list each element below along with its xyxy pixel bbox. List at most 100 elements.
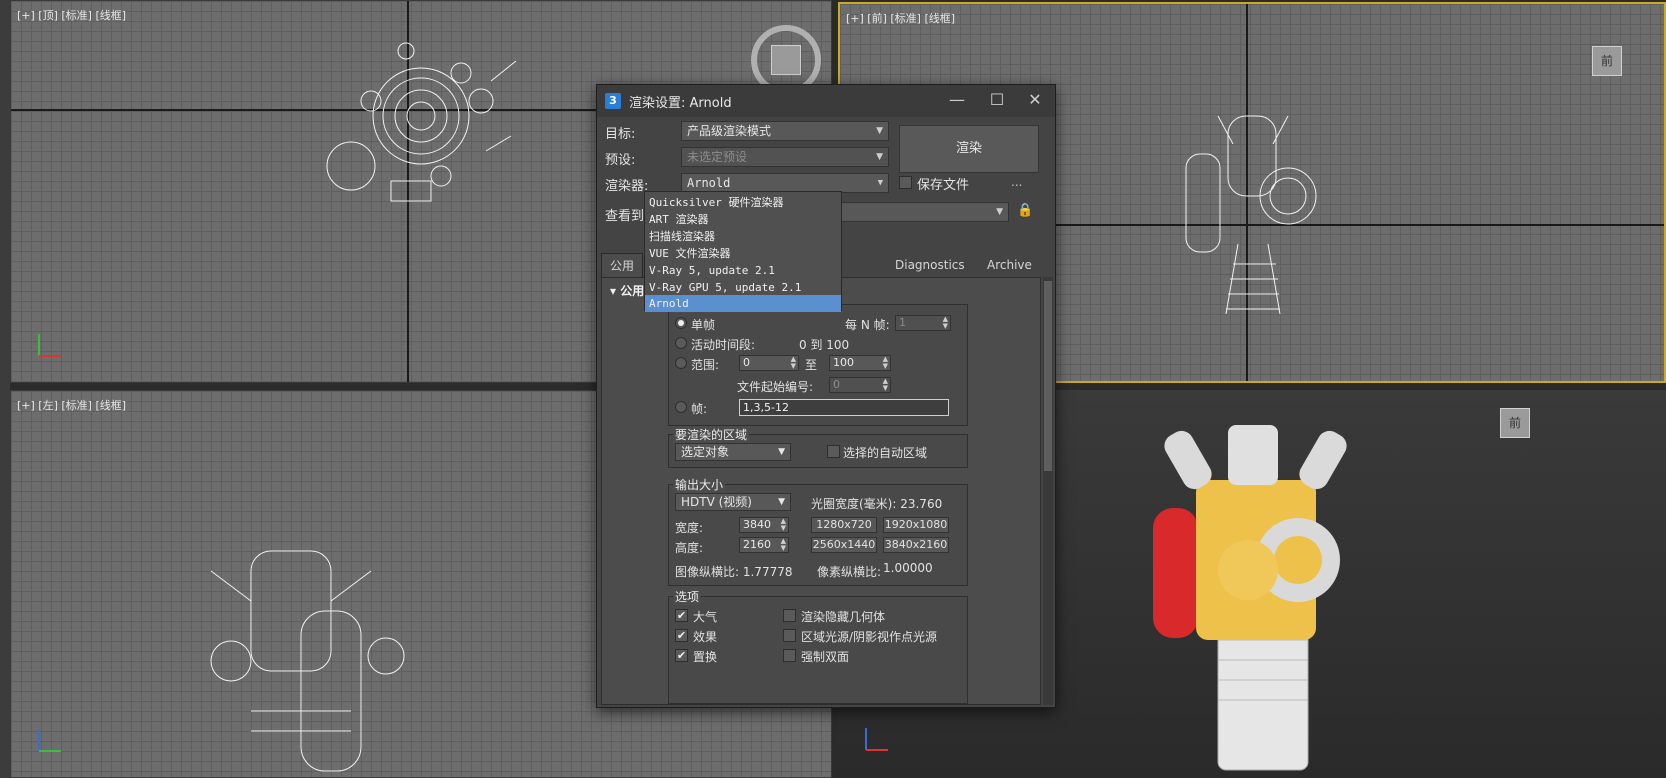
- every-n-value: 1: [899, 316, 906, 329]
- lock-icon[interactable]: 🔒: [1017, 203, 1033, 218]
- render-hidden-label: 渲染隐藏几何体: [801, 610, 886, 624]
- output-preset-combo[interactable]: HDTV (视频) ▼: [675, 493, 791, 511]
- preset-combo[interactable]: 未选定预设 ▼: [681, 147, 889, 167]
- output-preset-value: HDTV (视频): [681, 495, 752, 509]
- file-start-spinner[interactable]: 0 ▲ ▼: [829, 377, 891, 393]
- tab-archive[interactable]: Archive: [979, 253, 1040, 277]
- atmosphere-checkbox[interactable]: ✔: [675, 609, 688, 622]
- chevron-down-icon: ▼: [778, 497, 785, 507]
- renderer-label: 渲染器:: [605, 179, 649, 194]
- displacement-checkbox[interactable]: ✔: [675, 649, 688, 662]
- every-n-label: 每 N 帧:: [845, 318, 890, 332]
- single-frame-radio[interactable]: [675, 317, 687, 329]
- render-settings-dialog[interactable]: 3 渲染设置: Arnold — ☐ ✕ 目标: 产品级渲染模式 ▼ 预设: 未选…: [596, 84, 1056, 708]
- renderer-value: Arnold: [687, 176, 731, 190]
- viewcube[interactable]: 前: [1592, 46, 1622, 76]
- scrollbar-thumb[interactable]: [1044, 281, 1052, 471]
- active-segment-radio[interactable]: [675, 337, 687, 349]
- force-2sided-checkbox[interactable]: [783, 649, 796, 662]
- group-title: 选项: [673, 588, 702, 605]
- height-spinner[interactable]: 2160 ▲ ▼: [739, 537, 789, 553]
- area-lights-label: 区域光源/阴影视作点光源: [801, 630, 938, 644]
- renderer-option-scanline[interactable]: 扫描线渲染器: [645, 228, 841, 245]
- range-from-spinner[interactable]: 0 ▲ ▼: [739, 355, 799, 371]
- renderer-option-vue[interactable]: VUE 文件渲染器: [645, 245, 841, 262]
- axis-tripod-icon: [38, 729, 61, 752]
- engine-wireframe-top: [326, 42, 517, 202]
- effects-checkbox[interactable]: ✔: [675, 629, 688, 642]
- panel-scrollbar[interactable]: [1043, 277, 1053, 705]
- save-file-browse-button[interactable]: ...: [1011, 175, 1022, 189]
- range-to-value: 100: [833, 356, 854, 369]
- engine-wireframe-front: [1185, 115, 1317, 315]
- preset-label: 预设:: [605, 153, 636, 168]
- range-radio[interactable]: [675, 357, 687, 369]
- area-lights-checkbox[interactable]: [783, 629, 796, 642]
- renderer-combo[interactable]: Arnold ▼: [681, 173, 889, 193]
- force-2sided-label: 强制双面: [801, 650, 850, 664]
- preset-1920x1080-button[interactable]: 1920x1080: [883, 517, 949, 533]
- area-value: 选定对象: [681, 445, 730, 459]
- render-button[interactable]: 渲染: [899, 125, 1039, 173]
- renderer-option-arnold[interactable]: Arnold: [645, 295, 841, 312]
- auto-region-label: 选择的自动区域: [843, 446, 928, 460]
- render-hidden-checkbox[interactable]: [783, 609, 796, 622]
- renderer-option-art[interactable]: ART 渲染器: [645, 211, 841, 228]
- spinner-arrows-icon: ▲ ▼: [882, 377, 888, 392]
- dialog-title: 渲染设置: Arnold: [629, 95, 732, 111]
- frames-radio[interactable]: [675, 401, 687, 413]
- preset-3840x2160-button[interactable]: 3840x2160: [883, 537, 949, 553]
- effects-label: 效果: [693, 630, 718, 644]
- renderer-dropdown-list[interactable]: Quicksilver 硬件渲染器 ART 渲染器 扫描线渲染器 VUE 文件渲…: [644, 191, 842, 312]
- target-combo[interactable]: 产品级渲染模式 ▼: [681, 121, 889, 141]
- pixel-aspect-label: 像素纵横比:: [817, 565, 882, 579]
- range-to-spinner[interactable]: 100 ▲ ▼: [829, 355, 891, 371]
- save-file-checkbox[interactable]: [899, 176, 912, 189]
- axis-tripod-icon: [865, 728, 888, 751]
- view-to-render-combo[interactable]: ▼: [841, 202, 1009, 222]
- pixel-aspect-value[interactable]: 1.00000: [883, 561, 933, 575]
- chevron-down-icon: ▼: [778, 447, 785, 457]
- renderer-option-quicksilver[interactable]: Quicksilver 硬件渲染器: [645, 194, 841, 211]
- dialog-titlebar[interactable]: 3 渲染设置: Arnold — ☐ ✕: [597, 85, 1055, 117]
- chevron-down-icon: ▼: [996, 207, 1003, 217]
- preset-1280x720-button[interactable]: 1280x720: [811, 517, 877, 533]
- renderer-option-vray-gpu[interactable]: V-Ray GPU 5, update 2.1: [645, 279, 841, 296]
- image-aspect: 图像纵横比: 1.77778: [675, 565, 793, 579]
- file-start-value: 0: [833, 378, 840, 391]
- file-start-label: 文件起始编号:: [737, 380, 814, 394]
- preset-value: 未选定预设: [687, 150, 748, 164]
- group-title: 输出大小: [673, 476, 726, 493]
- spinner-arrows-icon: ▲ ▼: [882, 355, 888, 370]
- preset-2560x1440-button[interactable]: 2560x1440: [811, 537, 877, 553]
- range-to-label: 至: [805, 358, 818, 372]
- chevron-down-icon: ▼: [876, 152, 883, 162]
- single-frame-label: 单帧: [691, 318, 716, 332]
- viewport-label[interactable]: [+] [顶] [标准] [线框]: [17, 7, 126, 23]
- active-segment-label: 活动时间段:: [691, 338, 756, 352]
- close-button[interactable]: ✕: [1015, 85, 1055, 117]
- width-spinner[interactable]: 3840 ▲ ▼: [739, 517, 789, 533]
- chevron-down-icon: ▼: [876, 126, 883, 136]
- viewport-label[interactable]: [+] [左] [标准] [线框]: [17, 397, 126, 413]
- spinner-arrows-icon: ▲ ▼: [780, 517, 786, 532]
- area-combo[interactable]: 选定对象 ▼: [675, 443, 791, 461]
- common-panel: ▾ 公用参数 时 单帧 每 N 帧: 1▲▼ 活动时间段: 0 到 100 范围…: [601, 277, 1041, 705]
- viewcube[interactable]: [771, 45, 801, 75]
- left-toolbar-strip: [0, 0, 10, 778]
- auto-region-checkbox[interactable]: [827, 445, 840, 458]
- renderer-option-vray[interactable]: V-Ray 5, update 2.1: [645, 262, 841, 279]
- minimize-button[interactable]: —: [937, 85, 977, 117]
- viewport-label[interactable]: [+] [前] [标准] [线框]: [846, 10, 955, 26]
- displacement-label: 置换: [693, 650, 718, 664]
- engine-wireframe-left: [210, 550, 405, 772]
- maximize-button[interactable]: ☐: [977, 85, 1017, 117]
- tab-diagnostics[interactable]: Diagnostics: [887, 253, 973, 277]
- frames-input[interactable]: 1,3,5-12: [739, 399, 949, 416]
- output-size-group: 输出大小 HDTV (视频) ▼ 光圈宽度(毫米): 23.760 宽度: 384…: [668, 476, 968, 586]
- every-n-spinner[interactable]: 1 ▲ ▼: [895, 315, 951, 331]
- spinner-arrows-icon: ▲ ▼: [780, 537, 786, 552]
- height-label: 高度:: [675, 541, 704, 555]
- viewcube[interactable]: 前: [1500, 408, 1530, 438]
- tab-common[interactable]: 公用: [601, 253, 644, 277]
